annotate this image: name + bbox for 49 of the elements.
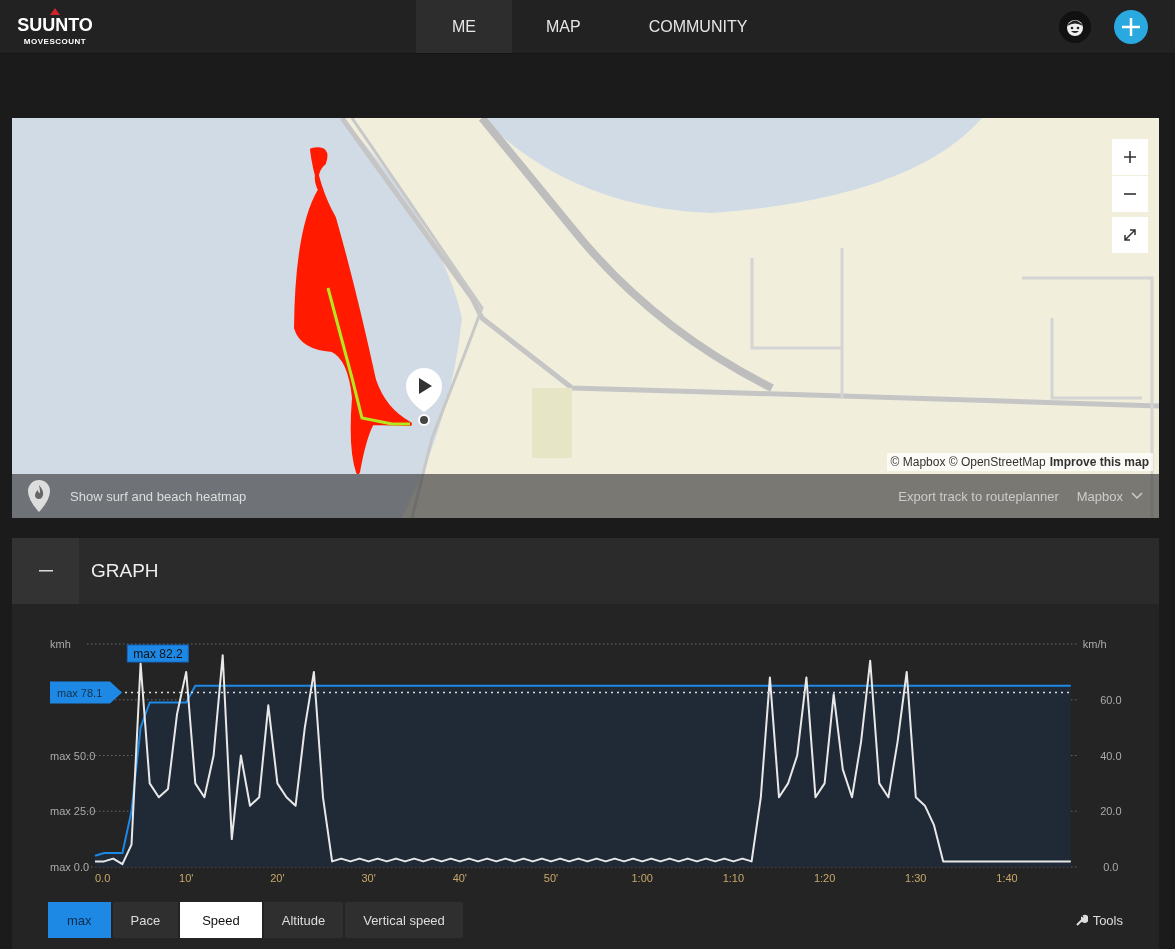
graph-mode-tab[interactable]: Altitude [263,902,344,938]
nav-tab[interactable]: ME [416,0,512,53]
fullscreen-button[interactable] [1112,217,1148,253]
right-axis-label: 0.0 [1103,861,1119,873]
add-button[interactable] [1114,9,1148,44]
minus-icon [38,570,53,572]
brand-name[interactable]: SUUNTO [17,15,93,34]
attribution-text: © Mapbox © OpenStreetMap [890,455,1046,469]
right-axis-label: 20.0 [1100,805,1122,818]
chevron-down-icon [1131,492,1143,500]
improve-map-link[interactable]: Improve this map [1049,455,1149,469]
right-axis-label: 60.0 [1100,693,1122,706]
graph-title: GRAPH [91,560,159,582]
graph-mode-tab[interactable]: Speed [180,902,262,938]
x-axis-label: 30' [361,872,376,884]
avatar-icon[interactable] [1059,10,1091,43]
right-axis-label: 40.0 [1100,749,1122,762]
graph-mode-tab[interactable]: max [48,902,111,938]
left-axis-label: max 50.0 [50,749,96,762]
play-pin-icon[interactable] [406,368,442,426]
flame-pin-icon[interactable] [28,480,50,512]
x-axis-label: 10' [179,872,194,884]
annotation: max 82.2 [133,647,184,661]
graph-mode-tab[interactable]: Pace [112,902,179,938]
x-axis-label: 1:30 [905,872,927,884]
x-axis-label: 20' [270,872,285,884]
left-unit-label: kmh [50,638,71,650]
max-flag: max 78.1 [50,681,122,704]
triangle-logo-icon [50,7,60,15]
right-unit-label: km/h [1082,638,1107,650]
left-axis-label: max 25.0 [50,805,96,818]
zoom-in-button[interactable] [1112,139,1148,175]
x-axis-label: 50' [543,872,559,884]
x-axis-label: 1:20 [813,872,836,884]
ref-line-label: max 78.1 [57,686,103,699]
nav-tab[interactable]: COMMUNITY [614,0,782,53]
tools-link[interactable]: Tools [1075,912,1123,928]
max-marker-tag: max 82.2 [126,644,189,663]
left-axis-label: max 0.0 [50,861,90,873]
heatmap-toggle-link[interactable]: Show surf and beach heatmap [70,488,247,504]
graph-mode-tab[interactable]: Vertical speed [345,902,463,938]
x-axis-label: 40' [452,872,467,884]
x-axis-label: 1:40 [996,872,1018,884]
x-axis-label: 1:00 [631,872,653,884]
nav-tab[interactable]: MAP [512,0,615,53]
x-axis-label: 0.0 [95,872,111,884]
wrench-icon [1075,914,1088,926]
brand-subtitle: MOVESCOUNT [23,36,87,46]
x-axis-label: 1:10 [722,872,745,884]
